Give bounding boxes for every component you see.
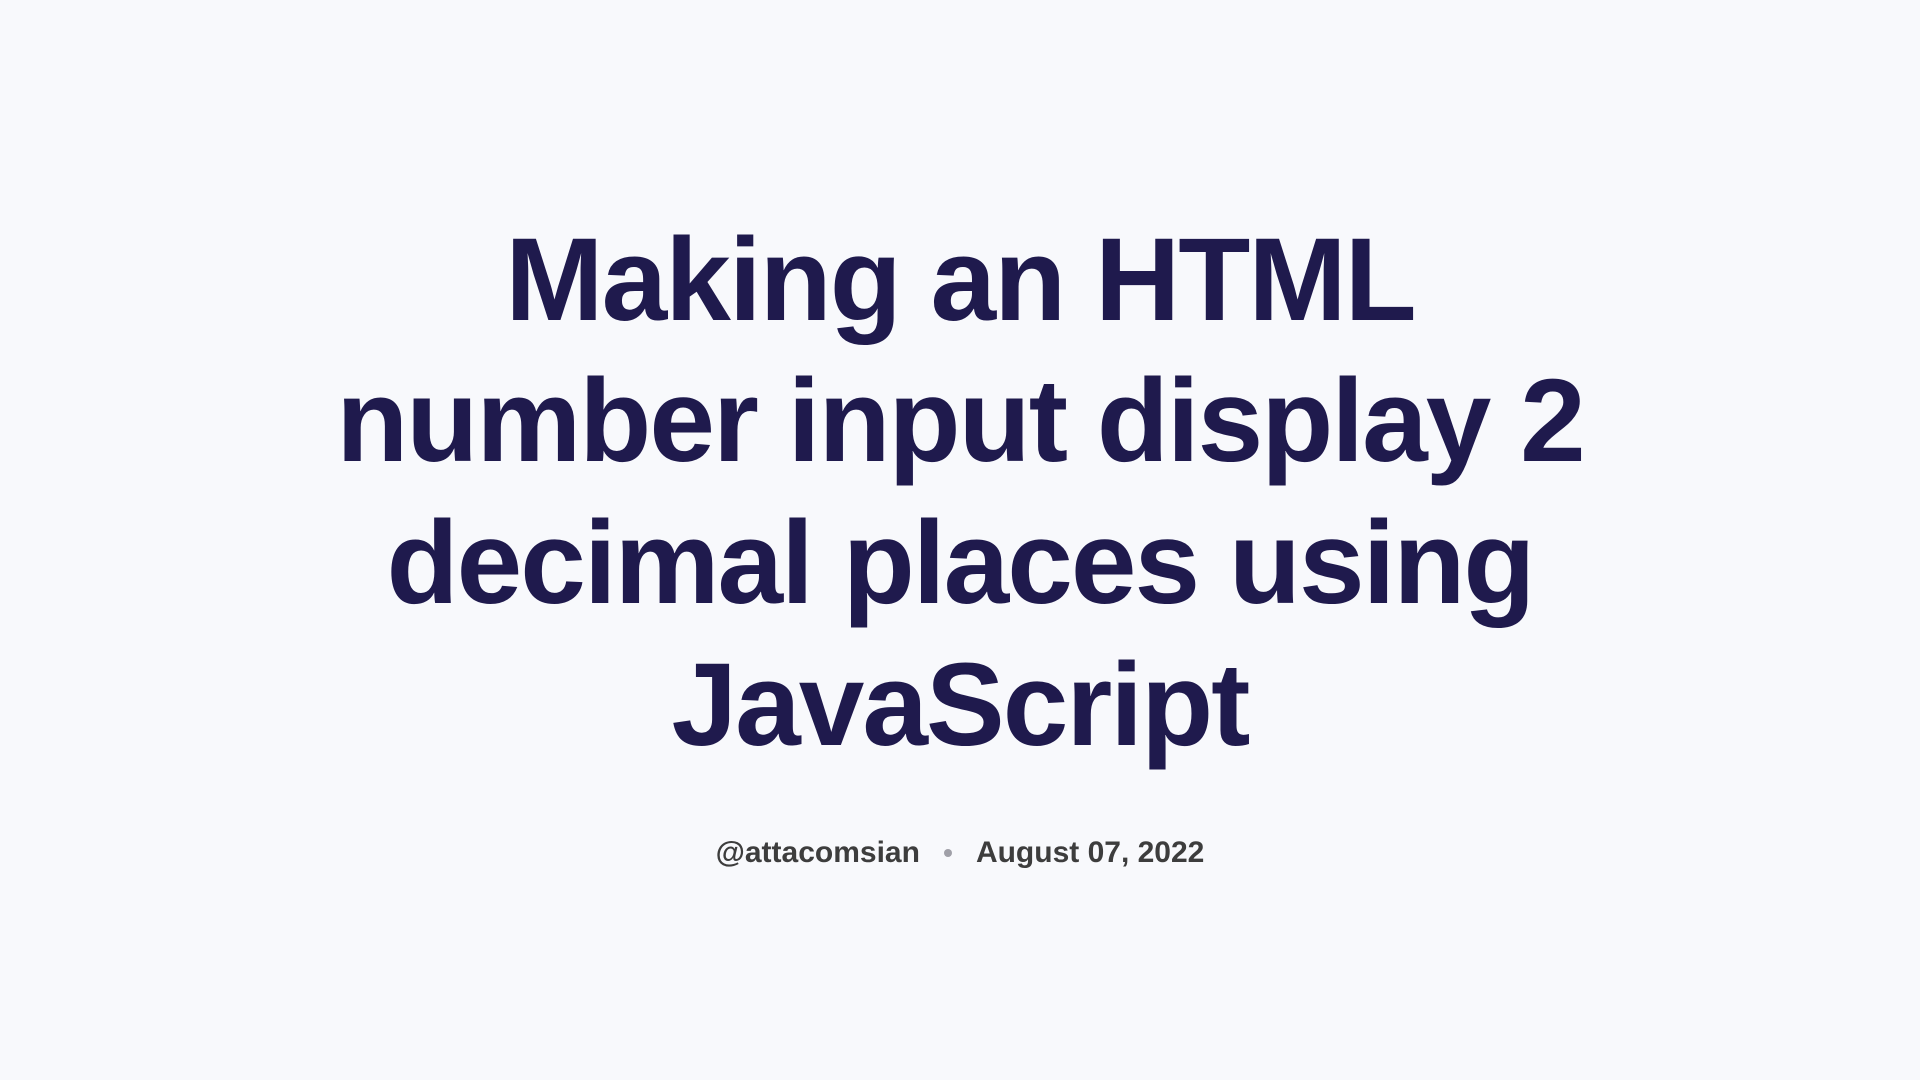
article-author: @attacomsian bbox=[716, 836, 920, 870]
article-title: Making an HTML number input display 2 de… bbox=[290, 210, 1630, 776]
article-date: August 07, 2022 bbox=[976, 836, 1204, 870]
meta-separator-icon bbox=[944, 849, 952, 857]
article-meta: @attacomsian August 07, 2022 bbox=[716, 836, 1205, 870]
